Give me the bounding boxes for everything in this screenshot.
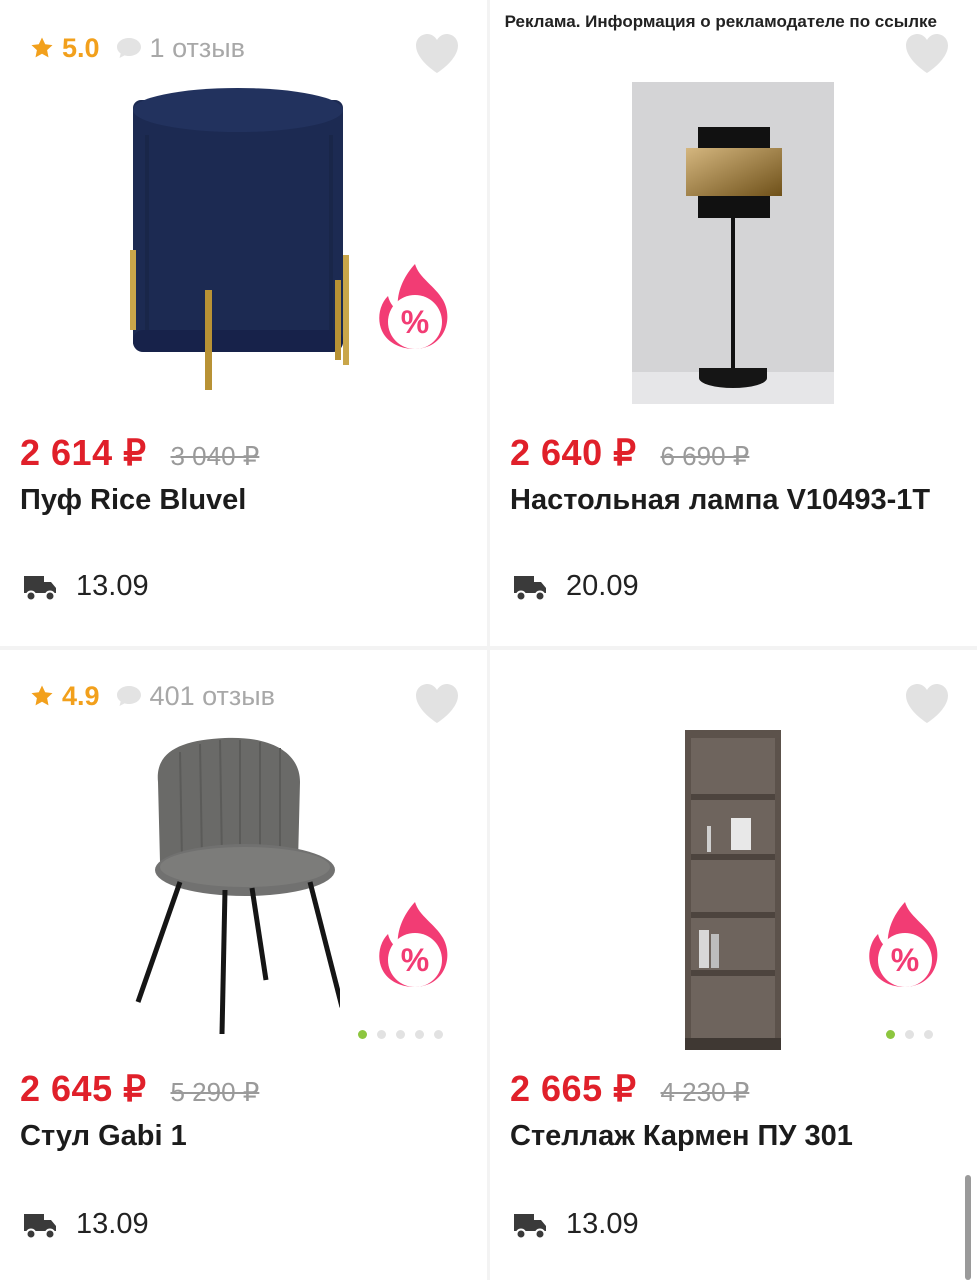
product-image-lamp[interactable] xyxy=(632,82,834,404)
carousel-dot[interactable] xyxy=(924,1030,933,1039)
carousel-dot[interactable] xyxy=(377,1030,386,1039)
carousel-dot[interactable] xyxy=(886,1030,895,1039)
price-row: 2 614 ₽ 3 040 ₽ xyxy=(20,432,259,474)
sale-fire-badge: % xyxy=(379,902,448,987)
current-price: 2 614 ₽ xyxy=(20,432,147,473)
product-card[interactable]: 5.0 1 отзыв % 2 614 ₽ 3 040 ₽ Пуф Rice B… xyxy=(0,0,487,646)
image-carousel-dots[interactable] xyxy=(358,1030,443,1039)
star-icon xyxy=(31,685,53,706)
carousel-dot[interactable] xyxy=(415,1030,424,1039)
rating-score: 4.9 xyxy=(62,680,100,711)
comment-icon xyxy=(116,686,141,706)
delivery-info: 20.09 xyxy=(512,570,639,603)
price-row: 2 665 ₽ 4 230 ₽ xyxy=(510,1068,749,1110)
image-carousel-dots[interactable] xyxy=(886,1030,933,1039)
delivery-date: 13.09 xyxy=(76,1208,149,1240)
comment-icon xyxy=(116,38,141,58)
rating-score: 5.0 xyxy=(62,32,100,63)
truck-icon xyxy=(514,575,546,601)
product-title[interactable]: Стул Gabi 1 xyxy=(20,1116,450,1156)
heart-icon[interactable] xyxy=(904,682,950,724)
truck-icon xyxy=(514,1213,546,1239)
product-card[interactable]: % 2 665 ₽ 4 230 ₽ Стеллаж Кармен ПУ 301 … xyxy=(490,650,977,1280)
carousel-dot[interactable] xyxy=(396,1030,405,1039)
delivery-info: 13.09 xyxy=(512,1208,639,1241)
review-count[interactable]: 401 отзыв xyxy=(150,681,275,712)
product-image-shelf[interactable] xyxy=(685,730,781,1050)
product-grid: 5.0 1 отзыв % 2 614 ₽ 3 040 ₽ Пуф Rice B… xyxy=(0,0,977,1280)
old-price: 3 040 ₽ xyxy=(170,441,260,471)
product-title[interactable]: Настольная лампа V10493-1T xyxy=(510,480,940,520)
sale-fire-badge: % xyxy=(869,902,938,987)
sale-percent-label: % xyxy=(401,304,429,340)
delivery-date: 13.09 xyxy=(76,570,149,602)
delivery-info: 13.09 xyxy=(22,570,149,603)
truck-icon xyxy=(24,575,56,601)
old-price: 5 290 ₽ xyxy=(170,1077,260,1107)
star-icon xyxy=(31,37,53,58)
sale-percent-label: % xyxy=(401,942,429,978)
current-price: 2 645 ₽ xyxy=(20,1068,147,1109)
sale-fire-badge: % xyxy=(379,264,448,349)
carousel-dot[interactable] xyxy=(358,1030,367,1039)
delivery-info: 13.09 xyxy=(22,1208,149,1241)
product-card[interactable]: 4.9 401 отзыв % 2 645 ₽ 5 290 ₽ Стул Gab… xyxy=(0,650,487,1280)
rating-row: 5.0 1 отзыв xyxy=(30,30,245,66)
product-card[interactable]: Реклама. Информация о рекламодателе по с… xyxy=(490,0,977,646)
product-title[interactable]: Пуф Rice Bluvel xyxy=(20,480,450,520)
ad-notice[interactable]: Реклама. Информация о рекламодателе по с… xyxy=(490,12,937,32)
truck-icon xyxy=(24,1213,56,1239)
product-image-pouf[interactable] xyxy=(115,80,365,410)
scrollbar[interactable] xyxy=(965,1175,971,1280)
product-image-chair[interactable] xyxy=(130,732,340,1042)
product-title[interactable]: Стеллаж Кармен ПУ 301 xyxy=(510,1116,940,1156)
price-row: 2 640 ₽ 6 690 ₽ xyxy=(510,432,749,474)
sale-percent-label: % xyxy=(891,942,919,978)
carousel-dot[interactable] xyxy=(905,1030,914,1039)
old-price: 6 690 ₽ xyxy=(660,441,750,471)
heart-icon[interactable] xyxy=(904,32,950,74)
heart-icon[interactable] xyxy=(414,32,460,74)
carousel-dot[interactable] xyxy=(434,1030,443,1039)
review-count[interactable]: 1 отзыв xyxy=(150,33,245,64)
delivery-date: 13.09 xyxy=(566,1208,639,1240)
current-price: 2 640 ₽ xyxy=(510,432,637,473)
rating-row: 4.9 401 отзыв xyxy=(30,678,275,714)
heart-icon[interactable] xyxy=(414,682,460,724)
old-price: 4 230 ₽ xyxy=(660,1077,750,1107)
current-price: 2 665 ₽ xyxy=(510,1068,637,1109)
delivery-date: 20.09 xyxy=(566,570,639,602)
price-row: 2 645 ₽ 5 290 ₽ xyxy=(20,1068,259,1110)
